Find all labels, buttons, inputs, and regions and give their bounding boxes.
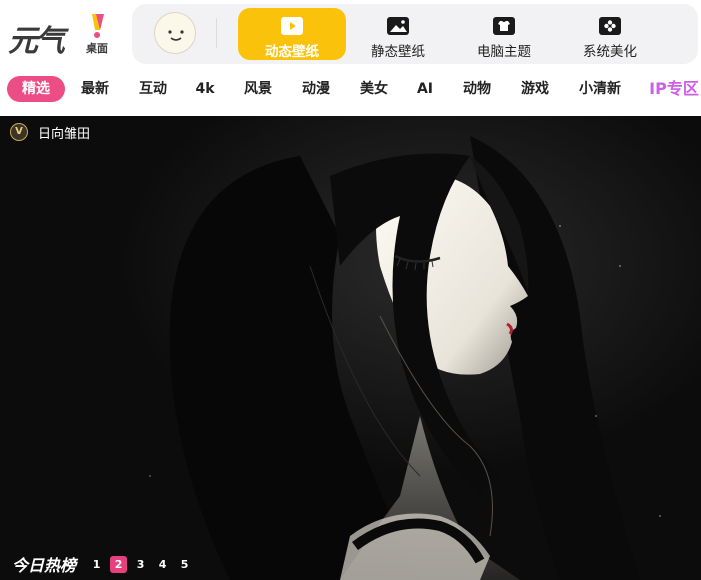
nav-system-beautify[interactable]: 系统美化 bbox=[556, 8, 664, 60]
wallpaper-artwork bbox=[0, 116, 701, 580]
author-name: 日向雏田 bbox=[38, 126, 91, 142]
category-tab-anime[interactable]: 动漫 bbox=[301, 76, 331, 102]
shirt-icon bbox=[493, 17, 515, 35]
category-tab-4k[interactable]: 4k bbox=[194, 76, 216, 102]
hot-list-pager: 今日热榜 1 2 3 4 5 bbox=[12, 552, 198, 576]
logo-mark-icon bbox=[92, 14, 104, 38]
category-tab-animals[interactable]: 动物 bbox=[462, 76, 492, 102]
category-tab-interactive[interactable]: 互动 bbox=[138, 76, 168, 102]
category-tab-featured[interactable]: 精选 bbox=[7, 76, 65, 102]
nav-pc-theme[interactable]: 电脑主题 bbox=[450, 8, 558, 60]
page-button-4[interactable]: 4 bbox=[154, 556, 171, 573]
smiley-face-icon bbox=[168, 30, 184, 41]
category-tab-latest[interactable]: 最新 bbox=[80, 76, 110, 102]
category-tab-games[interactable]: 游戏 bbox=[520, 76, 550, 102]
hot-list-title: 今日热榜 bbox=[12, 556, 77, 575]
page-button-5[interactable]: 5 bbox=[176, 556, 193, 573]
nav-static-wallpaper[interactable]: 静态壁纸 bbox=[344, 8, 452, 60]
nav-label: 动态壁纸 bbox=[265, 44, 319, 60]
logo-text: 元气 bbox=[8, 24, 65, 59]
nav-dynamic-wallpaper[interactable]: 动态壁纸 bbox=[238, 8, 346, 60]
category-tab-scenery[interactable]: 风景 bbox=[243, 76, 273, 102]
top-header: 元气 桌面 动态壁纸 静态壁纸 电脑主题 系统美化 bbox=[0, 0, 701, 68]
category-tab-fresh[interactable]: 小清新 bbox=[578, 76, 622, 102]
user-avatar[interactable] bbox=[154, 12, 196, 54]
page-button-2[interactable]: 2 bbox=[110, 555, 128, 573]
nav-divider bbox=[216, 18, 217, 48]
logo-subtitle: 桌面 bbox=[86, 42, 108, 55]
category-tab-beauty[interactable]: 美女 bbox=[359, 76, 389, 102]
page-button-3[interactable]: 3 bbox=[132, 556, 149, 573]
category-tabs: 精选 最新 互动 4k 风景 动漫 美女 AI 动物 游戏 小清新 IP专区 bbox=[0, 72, 701, 106]
vip-badge-icon: V bbox=[10, 123, 28, 141]
app-logo[interactable]: 元气 桌面 bbox=[6, 10, 110, 59]
play-icon bbox=[281, 17, 303, 35]
category-tab-ip-zone[interactable]: IP专区 bbox=[648, 76, 700, 102]
category-tab-ai[interactable]: AI bbox=[416, 76, 434, 102]
featured-banner[interactable]: V 日向雏田 今日热榜 1 2 3 4 5 bbox=[0, 116, 701, 580]
nav-label: 电脑主题 bbox=[477, 44, 531, 60]
nav-label: 系统美化 bbox=[583, 44, 637, 60]
nav-label: 静态壁纸 bbox=[371, 44, 425, 60]
page-button-1[interactable]: 1 bbox=[88, 556, 105, 573]
flower-icon bbox=[599, 17, 621, 35]
image-icon bbox=[387, 17, 409, 35]
author-tag[interactable]: V 日向雏田 bbox=[10, 122, 90, 142]
